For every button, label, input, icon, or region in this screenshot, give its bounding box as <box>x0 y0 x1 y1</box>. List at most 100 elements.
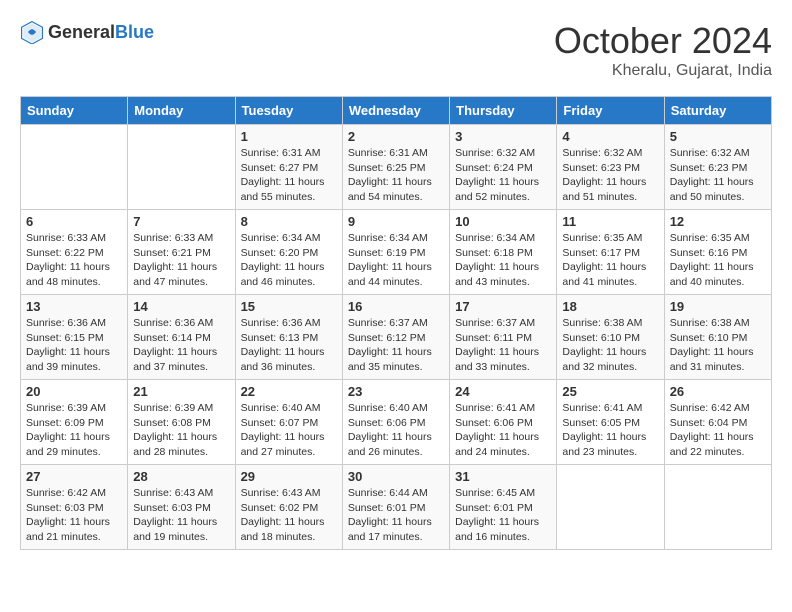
day-content: Sunrise: 6:44 AM Sunset: 6:01 PM Dayligh… <box>348 486 444 545</box>
day-cell: 10 Sunrise: 6:34 AM Sunset: 6:18 PM Dayli… <box>450 210 557 295</box>
day-number: 12 <box>670 214 766 229</box>
logo-name: GeneralBlue <box>48 22 154 43</box>
day-number: 4 <box>562 129 658 144</box>
day-number: 13 <box>26 299 122 314</box>
day-number: 26 <box>670 384 766 399</box>
day-content: Sunrise: 6:43 AM Sunset: 6:03 PM Dayligh… <box>133 486 229 545</box>
day-number: 21 <box>133 384 229 399</box>
day-cell <box>128 125 235 210</box>
day-cell: 8 Sunrise: 6:34 AM Sunset: 6:20 PM Daylig… <box>235 210 342 295</box>
day-number: 6 <box>26 214 122 229</box>
day-cell: 31Sunrise: 6:45 AM Sunset: 6:01 PM Dayli… <box>450 465 557 550</box>
day-cell: 23 Sunrise: 6:40 AM Sunset: 6:06 PM Dayli… <box>342 380 449 465</box>
day-cell: 18 Sunrise: 6:38 AM Sunset: 6:10 PM Dayli… <box>557 295 664 380</box>
location-title: Kheralu, Gujarat, India <box>554 62 772 80</box>
day-cell: 12 Sunrise: 6:35 AM Sunset: 6:16 PM Dayli… <box>664 210 771 295</box>
day-number: 23 <box>348 384 444 399</box>
day-content: Sunrise: 6:37 AM Sunset: 6:11 PM Dayligh… <box>455 316 551 375</box>
day-cell: 6 Sunrise: 6:33 AM Sunset: 6:22 PM Daylig… <box>21 210 128 295</box>
day-cell: 17 Sunrise: 6:37 AM Sunset: 6:11 PM Dayli… <box>450 295 557 380</box>
day-number: 25 <box>562 384 658 399</box>
day-number: 28 <box>133 469 229 484</box>
day-cell: 29Sunrise: 6:43 AM Sunset: 6:02 PM Dayli… <box>235 465 342 550</box>
day-cell <box>557 465 664 550</box>
week-row-4: 20 Sunrise: 6:39 AM Sunset: 6:09 PM Dayli… <box>21 380 772 465</box>
day-content: Sunrise: 6:40 AM Sunset: 6:07 PM Dayligh… <box>241 401 337 460</box>
day-cell: 26 Sunrise: 6:42 AM Sunset: 6:04 PM Dayli… <box>664 380 771 465</box>
day-number: 30 <box>348 469 444 484</box>
day-cell: 19Sunrise: 6:38 AM Sunset: 6:10 PM Dayli… <box>664 295 771 380</box>
day-header-saturday: Saturday <box>664 97 771 125</box>
logo: GeneralBlue <box>20 20 154 44</box>
day-content: Sunrise: 6:36 AM Sunset: 6:15 PM Dayligh… <box>26 316 122 375</box>
day-header-friday: Friday <box>557 97 664 125</box>
day-content: Sunrise: 6:31 AM Sunset: 6:25 PM Dayligh… <box>348 146 444 205</box>
day-header-sunday: Sunday <box>21 97 128 125</box>
day-header-tuesday: Tuesday <box>235 97 342 125</box>
day-number: 22 <box>241 384 337 399</box>
day-content: Sunrise: 6:32 AM Sunset: 6:24 PM Dayligh… <box>455 146 551 205</box>
day-content: Sunrise: 6:34 AM Sunset: 6:20 PM Dayligh… <box>241 231 337 290</box>
week-row-1: 1 Sunrise: 6:31 AM Sunset: 6:27 PM Daylig… <box>21 125 772 210</box>
day-number: 7 <box>133 214 229 229</box>
day-content: Sunrise: 6:40 AM Sunset: 6:06 PM Dayligh… <box>348 401 444 460</box>
day-cell: 25 Sunrise: 6:41 AM Sunset: 6:05 PM Dayli… <box>557 380 664 465</box>
week-row-3: 13 Sunrise: 6:36 AM Sunset: 6:15 PM Dayli… <box>21 295 772 380</box>
day-cell: 28 Sunrise: 6:43 AM Sunset: 6:03 PM Dayli… <box>128 465 235 550</box>
day-content: Sunrise: 6:35 AM Sunset: 6:16 PM Dayligh… <box>670 231 766 290</box>
day-content: Sunrise: 6:34 AM Sunset: 6:19 PM Dayligh… <box>348 231 444 290</box>
day-cell: 30 Sunrise: 6:44 AM Sunset: 6:01 PM Dayli… <box>342 465 449 550</box>
day-number: 9 <box>348 214 444 229</box>
title-section: October 2024 Kheralu, Gujarat, India <box>554 20 772 80</box>
logo-icon <box>20 20 44 44</box>
day-cell: 3 Sunrise: 6:32 AM Sunset: 6:24 PM Daylig… <box>450 125 557 210</box>
day-cell: 2 Sunrise: 6:31 AM Sunset: 6:25 PM Daylig… <box>342 125 449 210</box>
day-number: 10 <box>455 214 551 229</box>
day-content: Sunrise: 6:45 AM Sunset: 6:01 PM Dayligh… <box>455 486 551 545</box>
day-cell: 11Sunrise: 6:35 AM Sunset: 6:17 PM Dayli… <box>557 210 664 295</box>
day-cell <box>664 465 771 550</box>
day-header-thursday: Thursday <box>450 97 557 125</box>
day-content: Sunrise: 6:39 AM Sunset: 6:09 PM Dayligh… <box>26 401 122 460</box>
day-content: Sunrise: 6:34 AM Sunset: 6:18 PM Dayligh… <box>455 231 551 290</box>
day-content: Sunrise: 6:33 AM Sunset: 6:22 PM Dayligh… <box>26 231 122 290</box>
day-content: Sunrise: 6:36 AM Sunset: 6:13 PM Dayligh… <box>241 316 337 375</box>
page-header: GeneralBlue October 2024 Kheralu, Gujara… <box>20 20 772 80</box>
day-number: 5 <box>670 129 766 144</box>
day-content: Sunrise: 6:39 AM Sunset: 6:08 PM Dayligh… <box>133 401 229 460</box>
day-content: Sunrise: 6:41 AM Sunset: 6:06 PM Dayligh… <box>455 401 551 460</box>
day-number: 18 <box>562 299 658 314</box>
day-cell: 20 Sunrise: 6:39 AM Sunset: 6:09 PM Dayli… <box>21 380 128 465</box>
day-cell: 13 Sunrise: 6:36 AM Sunset: 6:15 PM Dayli… <box>21 295 128 380</box>
day-content: Sunrise: 6:31 AM Sunset: 6:27 PM Dayligh… <box>241 146 337 205</box>
day-number: 20 <box>26 384 122 399</box>
week-row-5: 27Sunrise: 6:42 AM Sunset: 6:03 PM Dayli… <box>21 465 772 550</box>
day-content: Sunrise: 6:32 AM Sunset: 6:23 PM Dayligh… <box>562 146 658 205</box>
day-cell: 22 Sunrise: 6:40 AM Sunset: 6:07 PM Dayli… <box>235 380 342 465</box>
day-cell: 4 Sunrise: 6:32 AM Sunset: 6:23 PM Daylig… <box>557 125 664 210</box>
day-cell: 1 Sunrise: 6:31 AM Sunset: 6:27 PM Daylig… <box>235 125 342 210</box>
day-number: 24 <box>455 384 551 399</box>
day-content: Sunrise: 6:41 AM Sunset: 6:05 PM Dayligh… <box>562 401 658 460</box>
day-number: 8 <box>241 214 337 229</box>
day-content: Sunrise: 6:38 AM Sunset: 6:10 PM Dayligh… <box>670 316 766 375</box>
day-number: 1 <box>241 129 337 144</box>
day-content: Sunrise: 6:36 AM Sunset: 6:14 PM Dayligh… <box>133 316 229 375</box>
day-number: 14 <box>133 299 229 314</box>
day-content: Sunrise: 6:32 AM Sunset: 6:23 PM Dayligh… <box>670 146 766 205</box>
day-content: Sunrise: 6:38 AM Sunset: 6:10 PM Dayligh… <box>562 316 658 375</box>
day-header-monday: Monday <box>128 97 235 125</box>
day-cell: 14 Sunrise: 6:36 AM Sunset: 6:14 PM Dayli… <box>128 295 235 380</box>
day-number: 17 <box>455 299 551 314</box>
day-cell: 15Sunrise: 6:36 AM Sunset: 6:13 PM Dayli… <box>235 295 342 380</box>
day-content: Sunrise: 6:42 AM Sunset: 6:04 PM Dayligh… <box>670 401 766 460</box>
calendar-table: SundayMondayTuesdayWednesdayThursdayFrid… <box>20 96 772 550</box>
day-number: 2 <box>348 129 444 144</box>
day-cell: 16Sunrise: 6:37 AM Sunset: 6:12 PM Dayli… <box>342 295 449 380</box>
day-cell: 27Sunrise: 6:42 AM Sunset: 6:03 PM Dayli… <box>21 465 128 550</box>
day-header-wednesday: Wednesday <box>342 97 449 125</box>
day-cell: 5 Sunrise: 6:32 AM Sunset: 6:23 PM Daylig… <box>664 125 771 210</box>
day-number: 3 <box>455 129 551 144</box>
day-cell <box>21 125 128 210</box>
day-content: Sunrise: 6:33 AM Sunset: 6:21 PM Dayligh… <box>133 231 229 290</box>
